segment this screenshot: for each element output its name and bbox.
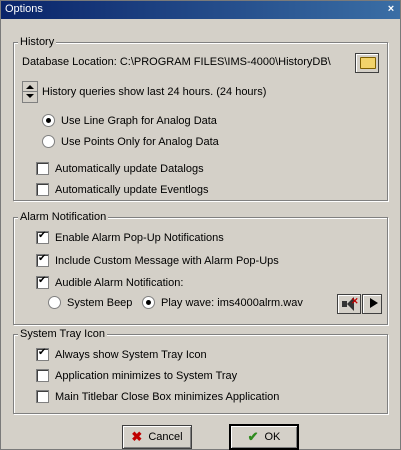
history-query-label: History queries show last 24 hours. (24 … <box>42 86 267 98</box>
cancel-label: Cancel <box>148 431 183 443</box>
title-bar[interactable]: Options × <box>1 1 400 19</box>
play-icon <box>370 298 378 308</box>
points-only-radio[interactable]: Use Points Only for Analog Data <box>42 135 219 148</box>
db-location-text: Database Location: C:\PROGRAM FILES\IMS-… <box>22 56 331 68</box>
checkbox-label: Always show System Tray Icon <box>55 348 207 361</box>
checkbox-label: Enable Alarm Pop-Up Notifications <box>55 231 224 244</box>
hours-spinner[interactable] <box>22 81 38 103</box>
include-custom-checkbox[interactable]: Include Custom Message with Alarm Pop-Up… <box>36 253 279 267</box>
folder-open-icon <box>360 57 376 69</box>
db-location-row: Database Location: C:\PROGRAM FILES\IMS-… <box>22 56 331 68</box>
always-show-checkbox[interactable]: Always show System Tray Icon <box>36 347 207 361</box>
checkbox[interactable] <box>36 369 49 382</box>
close-icon[interactable]: × <box>385 3 397 15</box>
test-sound-button[interactable]: ✕ <box>337 294 361 314</box>
checkbox-label: Automatically update Eventlogs <box>55 183 209 196</box>
checkbox[interactable] <box>36 230 49 244</box>
radio-label: Use Line Graph for Analog Data <box>61 114 217 127</box>
line-graph-radio[interactable]: Use Line Graph for Analog Data <box>42 114 217 127</box>
checkbox[interactable] <box>36 183 49 196</box>
ok-label: OK <box>264 431 281 443</box>
play-button[interactable] <box>362 294 382 314</box>
close-box-minimizes-checkbox[interactable]: Main Titlebar Close Box minimizes Applic… <box>36 390 279 403</box>
cancel-button[interactable]: ✖ Cancel <box>122 425 192 449</box>
history-group: History Database Location: C:\PROGRAM FI… <box>13 36 388 201</box>
alarm-group: Alarm Notification Enable Alarm Pop-Up N… <box>13 211 388 325</box>
system-tray-group: System Tray Icon Always show System Tray… <box>13 328 388 414</box>
checkbox[interactable] <box>36 253 49 267</box>
minimize-to-tray-checkbox[interactable]: Application minimizes to System Tray <box>36 369 237 382</box>
radio-label: Play wave: ims4000alrm.wav <box>161 296 303 309</box>
checkbox-label: Application minimizes to System Tray <box>55 369 238 382</box>
auto-datalogs-checkbox[interactable]: Automatically update Datalogs <box>36 162 204 175</box>
radio-label: System Beep <box>67 296 133 309</box>
check-icon: ✔ <box>247 429 259 444</box>
checkbox-label: Main Titlebar Close Box minimizes Applic… <box>55 390 280 403</box>
alarm-legend: Alarm Notification <box>18 211 109 223</box>
history-query-row: History queries show last 24 hours. (24 … <box>22 81 266 103</box>
ok-button[interactable]: ✔ OK <box>229 424 299 450</box>
radio-button[interactable] <box>142 296 155 309</box>
auto-eventlogs-checkbox[interactable]: Automatically update Eventlogs <box>36 183 208 196</box>
radio-button[interactable] <box>42 135 55 148</box>
enable-popups-checkbox[interactable]: Enable Alarm Pop-Up Notifications <box>36 230 224 244</box>
spin-down-icon[interactable] <box>26 94 34 98</box>
checkbox[interactable] <box>36 162 49 175</box>
checkbox-label: Include Custom Message with Alarm Pop-Up… <box>55 254 279 267</box>
radio-label: Use Points Only for Analog Data <box>61 135 219 148</box>
checkbox-label: Audible Alarm Notification: <box>55 276 184 289</box>
system-beep-radio[interactable]: System Beep <box>48 296 132 309</box>
history-legend: History <box>18 36 57 48</box>
browse-button[interactable] <box>355 53 379 73</box>
x-icon: ✖ <box>131 429 143 444</box>
checkbox[interactable] <box>36 390 49 403</box>
checkbox[interactable] <box>36 347 49 361</box>
tray-legend: System Tray Icon <box>18 328 107 340</box>
dialog-title: Options <box>5 3 43 15</box>
spin-up-icon[interactable] <box>26 85 34 89</box>
radio-button[interactable] <box>48 296 61 309</box>
checkbox[interactable] <box>36 275 49 289</box>
audible-checkbox[interactable]: Audible Alarm Notification: <box>36 275 184 289</box>
options-dialog: Options × History Database Location: C:\… <box>0 0 401 450</box>
checkbox-label: Automatically update Datalogs <box>55 162 204 175</box>
radio-button[interactable] <box>42 114 55 127</box>
play-wave-radio[interactable]: Play wave: ims4000alrm.wav <box>142 296 303 309</box>
